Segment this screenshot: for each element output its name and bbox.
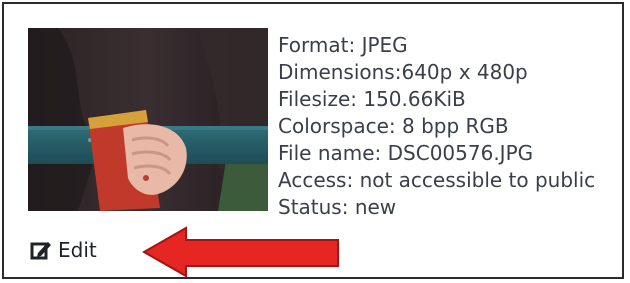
format-text: Format: JPEG bbox=[278, 33, 408, 57]
filesize-text: Filesize: 150.66KiB bbox=[278, 87, 466, 111]
colorspace-text: Colorspace: 8 bpp RGB bbox=[278, 114, 509, 138]
access-text: Access: not accessible to public bbox=[278, 168, 596, 192]
file-info-panel: Format: JPEG Dimensions:640p x 480p File… bbox=[2, 2, 624, 279]
painting-thumbnail bbox=[28, 28, 268, 211]
edit-label: Edit bbox=[58, 238, 97, 262]
filename-text: File name: DSC00576.JPG bbox=[278, 141, 534, 165]
status-text: Status: new bbox=[278, 195, 397, 219]
file-metadata: Format: JPEG Dimensions:640p x 480p File… bbox=[278, 32, 630, 221]
edit-icon bbox=[30, 242, 51, 260]
image-thumbnail[interactable] bbox=[28, 28, 268, 211]
dimensions-text: Dimensions:640p x 480p bbox=[278, 60, 528, 84]
edit-link[interactable]: Edit bbox=[30, 238, 97, 262]
red-arrow-icon bbox=[142, 226, 339, 278]
